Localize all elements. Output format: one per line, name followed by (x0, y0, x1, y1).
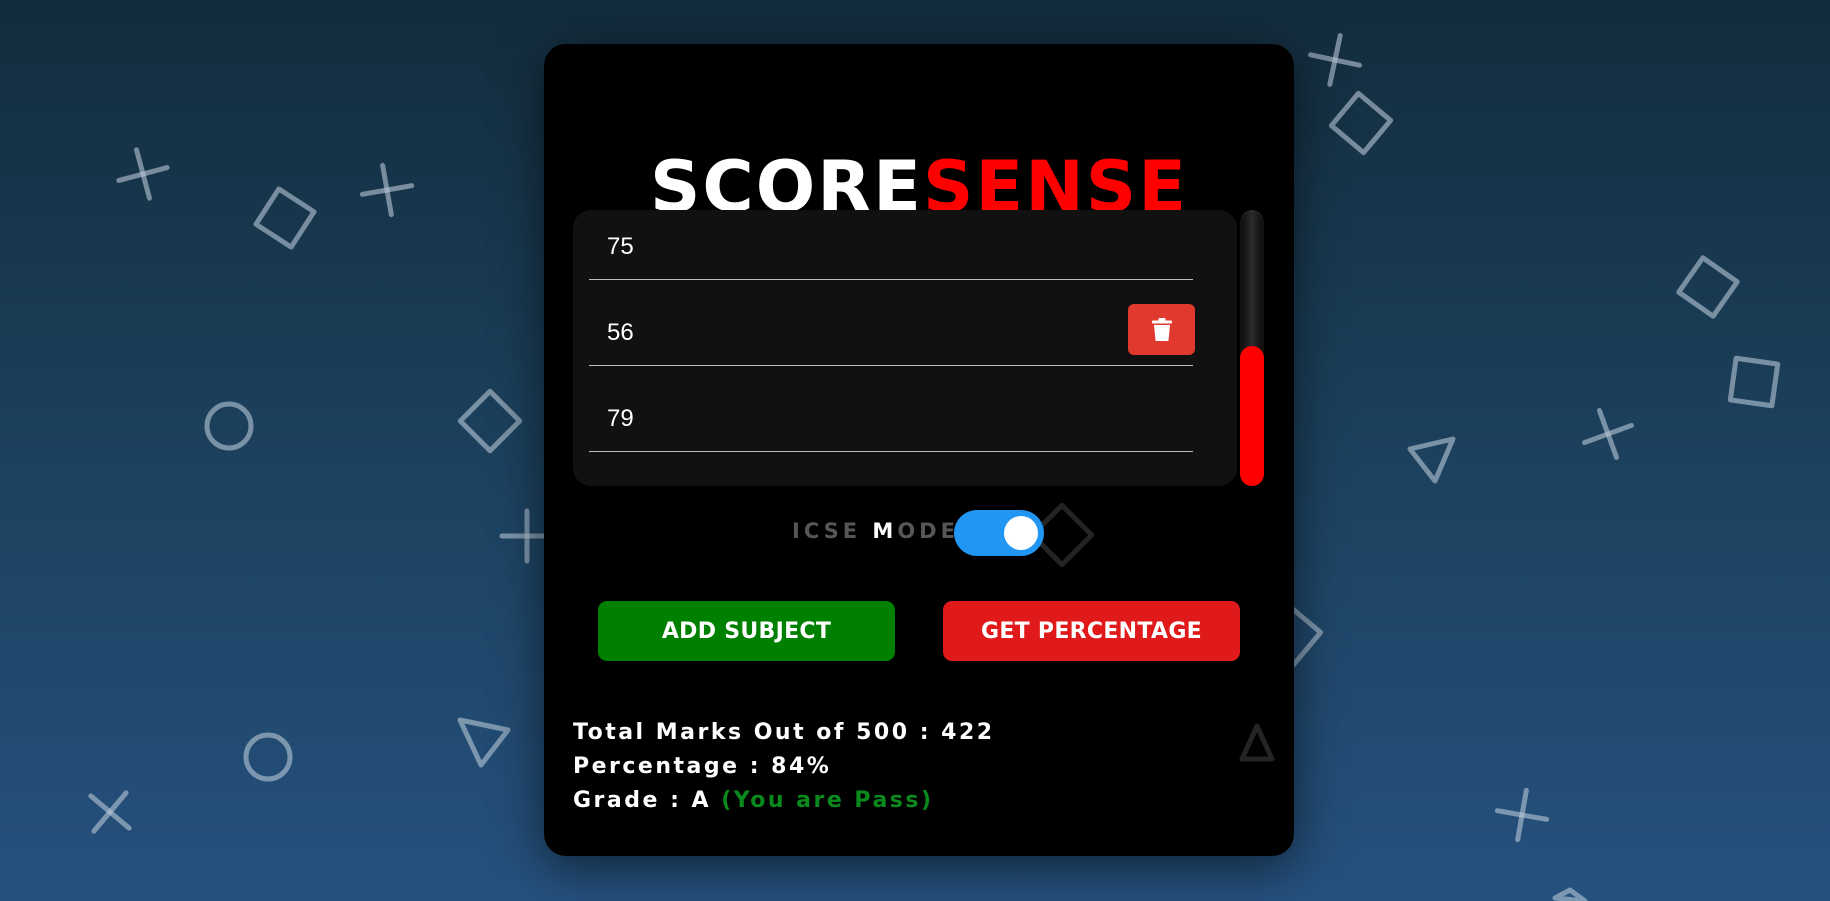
mode-label-highlight: M (872, 519, 898, 543)
mode-label-end: ODE (897, 519, 959, 543)
get-percentage-button[interactable]: GET PERCENTAGE (943, 601, 1240, 661)
cross-shape (359, 162, 415, 218)
marks-input[interactable] (589, 224, 1029, 270)
mode-label-start: ICSE (792, 519, 873, 543)
grade-line: Grade : A (You are Pass) (573, 784, 1263, 818)
grade-text: Grade : A (573, 788, 712, 813)
subject-row (589, 382, 1193, 452)
toggle-knob (1004, 516, 1038, 550)
scrollbar-thumb[interactable] (1240, 346, 1264, 486)
triangle-shape (1552, 887, 1588, 901)
cross-shape (116, 147, 170, 201)
marks-input[interactable] (589, 310, 1029, 356)
add-subject-button[interactable]: ADD SUBJECT (598, 601, 895, 661)
cross-shape (88, 790, 132, 834)
square-shape (1727, 355, 1781, 409)
cross-shape (1582, 408, 1634, 460)
subject-row (589, 296, 1195, 366)
subject-row (589, 210, 1193, 280)
cross-shape (1308, 33, 1362, 87)
cross-shape (1494, 787, 1550, 843)
circle-shape (204, 401, 254, 451)
diamond-shape (1676, 255, 1740, 319)
delete-subject-button[interactable] (1128, 304, 1195, 355)
results-panel: Total Marks Out of 500 : 422 Percentage … (573, 716, 1263, 818)
icse-mode-label: ICSE MODE (792, 518, 955, 544)
diamond-shape (253, 186, 317, 250)
diamond-shape (457, 388, 523, 454)
main-card: SCORESENSE ICSE MODE ADD SUBJECT GET PER… (544, 44, 1294, 856)
diamond-shape (1328, 90, 1394, 156)
percentage-text: Percentage : 84% (573, 754, 832, 779)
subjects-list (573, 210, 1237, 486)
total-marks-text: Total Marks Out of 500 : 422 (573, 720, 995, 745)
icse-mode-toggle[interactable] (954, 510, 1044, 556)
triangle-shape (1407, 436, 1456, 484)
circle-shape (243, 732, 293, 782)
triangle-shape (457, 717, 511, 768)
trash-icon (1151, 317, 1172, 341)
marks-input[interactable] (589, 396, 1029, 442)
pass-status-text: (You are Pass) (721, 788, 934, 813)
